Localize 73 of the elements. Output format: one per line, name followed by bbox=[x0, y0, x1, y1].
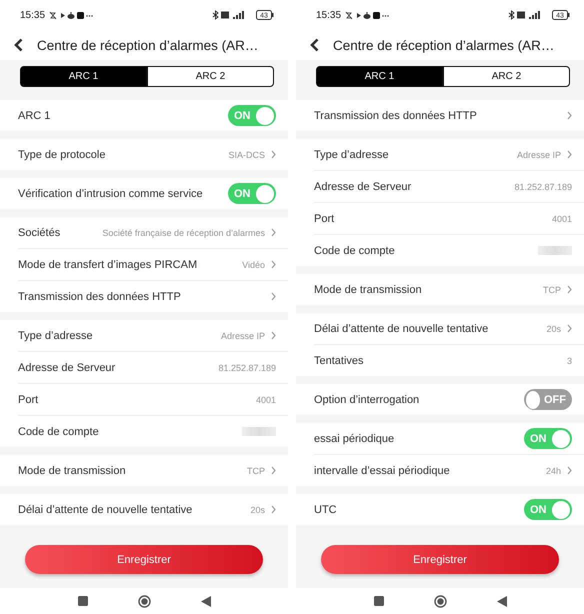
setting-label[interactable]: Type d’adresse bbox=[314, 148, 389, 160]
recents-icon[interactable] bbox=[374, 596, 384, 606]
setting-label: Port bbox=[314, 212, 334, 224]
chevron-right-icon bbox=[271, 228, 276, 237]
setting-label[interactable]: Délai d’attente de nouvelle tentative bbox=[18, 504, 192, 516]
tab[interactable]: ARC 1 bbox=[20, 66, 147, 87]
setting-value: Adresse IP bbox=[516, 150, 561, 160]
setting-label[interactable]: Type de protocole bbox=[18, 148, 106, 160]
setting-label[interactable]: Mode de transmission bbox=[18, 464, 126, 476]
setting-value: 20s bbox=[546, 324, 561, 334]
blurred-value bbox=[538, 246, 572, 255]
setting-value: 81.252.87.189 bbox=[218, 362, 276, 372]
blurred-value bbox=[242, 427, 276, 436]
status-time: 15:35 bbox=[20, 10, 46, 20]
chevron-right-icon bbox=[567, 285, 572, 294]
tab[interactable]: ARC 2 bbox=[443, 66, 570, 87]
page-title: Centre de réception d’alarmes (AR… bbox=[37, 38, 258, 52]
chevron-right-icon bbox=[271, 466, 276, 475]
setting-value: Adresse IP bbox=[220, 330, 265, 340]
setting-label[interactable]: intervalle d’essai périodique bbox=[314, 464, 450, 476]
setting-value: Vidéo bbox=[242, 260, 265, 270]
chevron-right-icon bbox=[567, 150, 572, 159]
chevron-right-icon bbox=[271, 150, 276, 159]
chevron-right-icon bbox=[271, 331, 276, 340]
setting-label: essai périodique bbox=[314, 432, 394, 444]
setting-label: Code de compte bbox=[314, 244, 395, 256]
chevron-right-icon bbox=[567, 111, 572, 120]
setting-label[interactable]: Type d’adresse bbox=[18, 330, 93, 342]
setting-label[interactable]: Sociétés bbox=[18, 226, 60, 238]
setting-label[interactable]: Mode de transmission bbox=[314, 284, 422, 296]
setting-label: Adresse de Serveur bbox=[314, 180, 412, 192]
setting-value: 81.252.87.189 bbox=[514, 182, 572, 192]
tab[interactable]: ARC 2 bbox=[147, 66, 274, 87]
setting-value: 24h bbox=[546, 466, 561, 476]
setting-value: Société française de réception d’alarmes bbox=[102, 228, 265, 238]
setting-label[interactable]: Délai d’attente de nouvelle tentative bbox=[314, 322, 488, 334]
save-button[interactable]: Enregistrer bbox=[321, 545, 559, 574]
setting-label[interactable]: Transmission des données HTTP bbox=[18, 290, 181, 302]
chevron-right-icon bbox=[567, 324, 572, 333]
setting-label: Vérification d’intrusion comme service bbox=[18, 188, 203, 200]
setting-label: Option d’interrogation bbox=[314, 394, 420, 406]
back-nav-icon[interactable] bbox=[496, 596, 506, 606]
home-icon[interactable] bbox=[434, 594, 446, 608]
back-icon[interactable] bbox=[14, 38, 23, 52]
setting-value: SIA-DCS bbox=[228, 150, 265, 160]
setting-label: Adresse de Serveur bbox=[18, 362, 116, 374]
setting-label[interactable]: Transmission des données HTTP bbox=[314, 110, 477, 122]
chevron-right-icon bbox=[271, 292, 276, 301]
tab[interactable]: ARC 1 bbox=[316, 66, 443, 87]
status-icons-drawing bbox=[345, 10, 390, 20]
recents-icon[interactable] bbox=[78, 596, 88, 606]
page-title: Centre de réception d’alarmes (AR… bbox=[333, 38, 554, 52]
setting-label[interactable]: Mode de transfert d’images PIRCAM bbox=[18, 258, 198, 270]
setting-label: Code de compte bbox=[18, 426, 99, 438]
setting-value: 4001 bbox=[256, 394, 276, 404]
setting-label: Tentatives bbox=[314, 354, 364, 366]
setting-label: Port bbox=[18, 394, 38, 406]
setting-value: 4001 bbox=[552, 214, 572, 224]
chevron-right-icon bbox=[271, 505, 276, 514]
chevron-right-icon bbox=[567, 466, 572, 475]
back-nav-icon[interactable] bbox=[200, 596, 210, 606]
setting-value: 20s bbox=[250, 504, 265, 514]
home-icon[interactable] bbox=[138, 594, 150, 608]
setting-label: UTC bbox=[314, 504, 337, 516]
back-icon[interactable] bbox=[310, 38, 319, 52]
status-icons-drawing bbox=[49, 10, 94, 20]
chevron-right-icon bbox=[271, 260, 276, 269]
setting-label: ARC 1 bbox=[18, 110, 50, 122]
setting-value: TCP bbox=[543, 284, 561, 294]
save-button[interactable]: Enregistrer bbox=[25, 545, 263, 574]
setting-value: 3 bbox=[566, 356, 572, 366]
setting-value: TCP bbox=[247, 466, 265, 476]
status-time: 15:35 bbox=[316, 10, 342, 20]
